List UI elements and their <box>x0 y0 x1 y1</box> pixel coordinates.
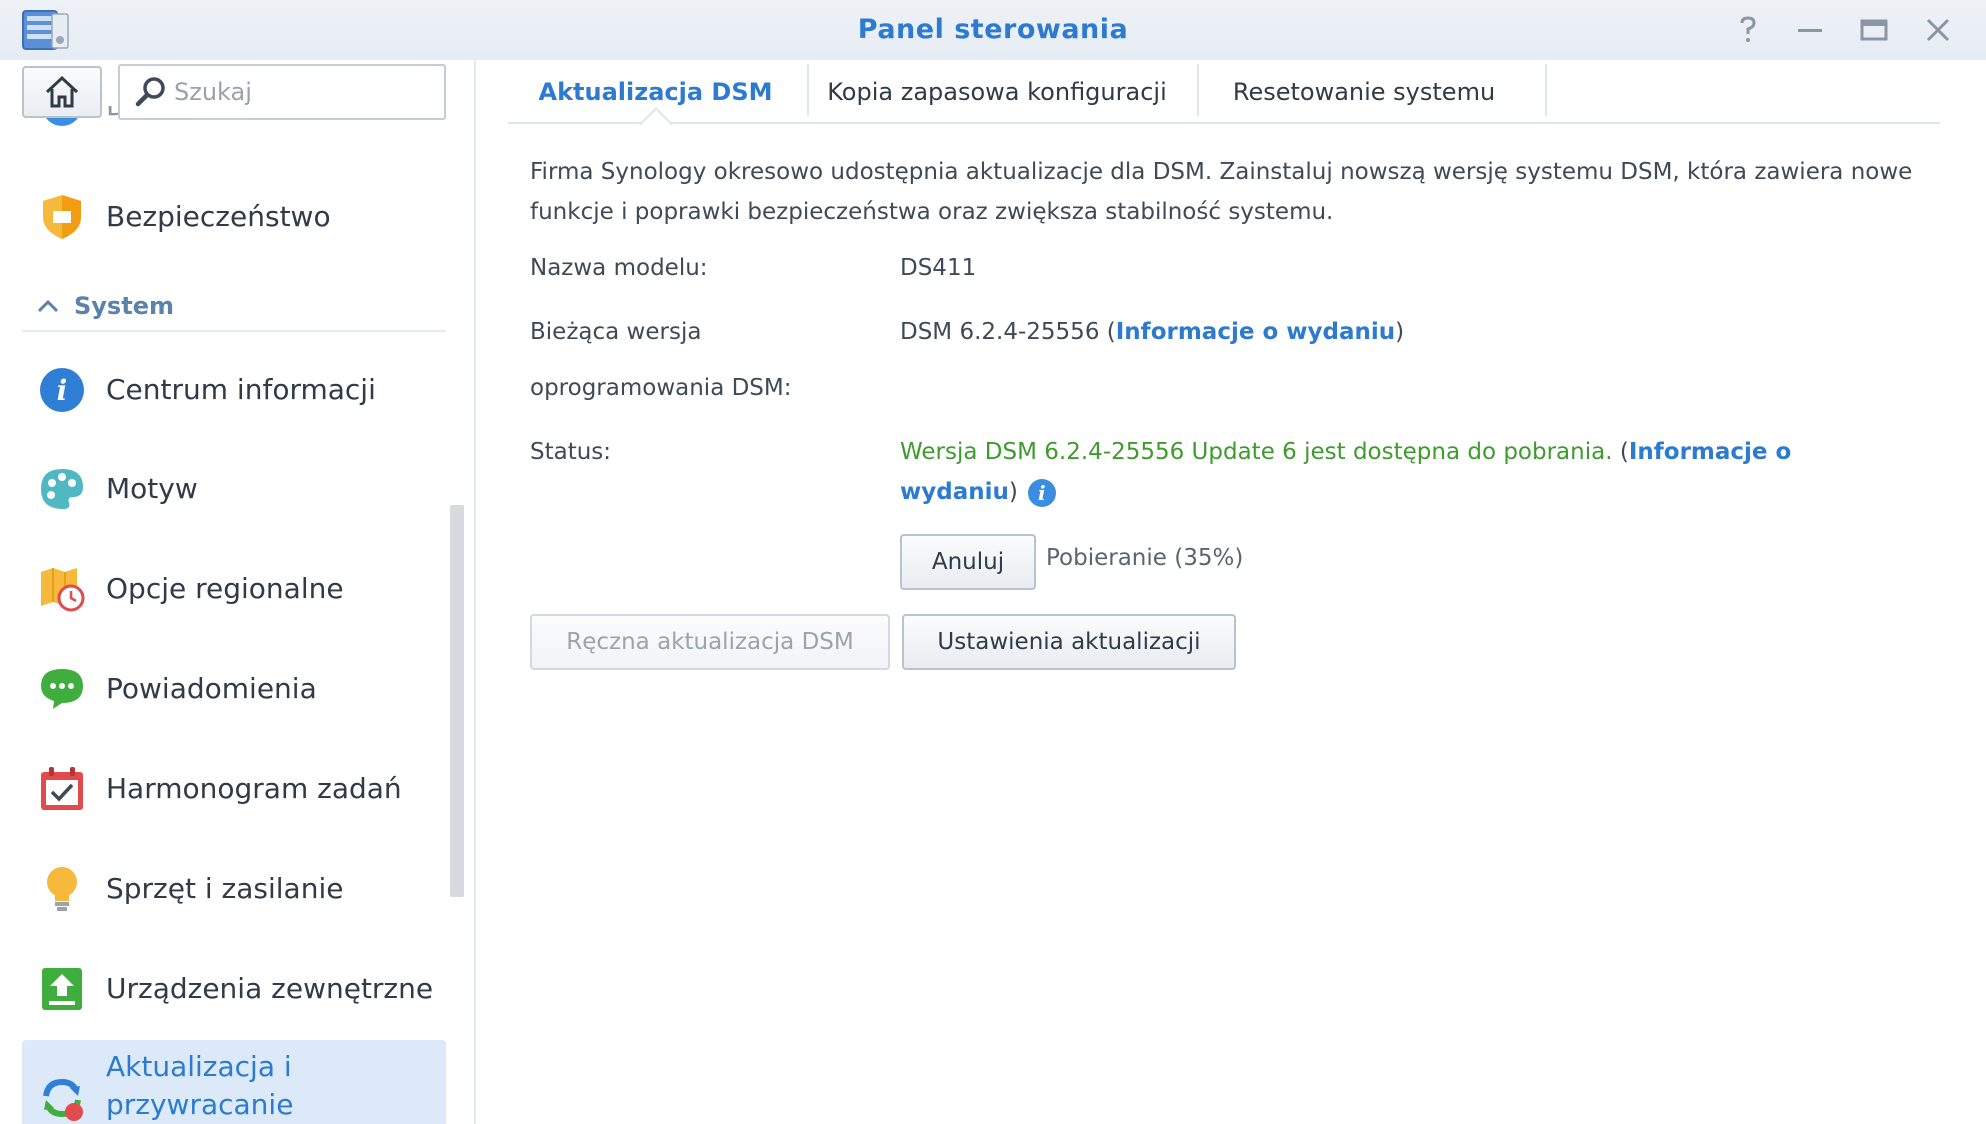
status-release-notes-link-part1[interactable]: Informacje o <box>1629 439 1792 465</box>
sidebar-item-hardware-power[interactable]: Sprzęt i zasilanie <box>22 843 446 935</box>
sidebar-item-label: Motyw <box>106 472 198 505</box>
sidebar-scrollbar[interactable] <box>450 505 464 897</box>
search-input[interactable] <box>174 78 434 106</box>
refresh-icon <box>36 1072 88 1124</box>
section-title: System <box>74 292 174 320</box>
sidebar-item-task-scheduler[interactable]: Harmonogram zadań <box>22 743 446 835</box>
sidebar-item-label: Sprzęt i zasilanie <box>106 872 344 905</box>
status-value: Wersja DSM 6.2.4-25556 Update 6 jest dos… <box>900 439 1792 507</box>
palette-icon <box>36 463 88 515</box>
update-settings-button[interactable]: Ustawienia aktualizacji <box>902 614 1236 670</box>
chevron-up-icon <box>37 299 59 313</box>
sidebar-item-security[interactable]: Bezpieczeństwo <box>22 171 446 263</box>
status-text: Wersja DSM 6.2.4-25556 Update 6 jest dos… <box>900 439 1613 465</box>
current-version-label-line2: oprogramowania DSM: <box>530 375 792 401</box>
sidebar-item-label: Powiadomienia <box>106 672 317 705</box>
close-icon[interactable] <box>1922 14 1954 46</box>
tab-system-reset[interactable]: Resetowanie systemu <box>1199 60 1529 124</box>
search-field[interactable] <box>118 64 446 120</box>
release-notes-link[interactable]: Informacje o wydaniu <box>1116 319 1395 345</box>
status-release-notes-link-part2[interactable]: wydaniu <box>900 479 1009 505</box>
model-name-value: DS411 <box>900 255 977 281</box>
home-icon <box>45 75 79 108</box>
title-bar: Panel sterowania <box>0 0 1986 60</box>
cancel-button[interactable]: Anuluj <box>900 534 1036 590</box>
tab-bar: Aktualizacja DSM Kopia zapasowa konfigur… <box>508 60 1940 141</box>
maximize-icon[interactable] <box>1858 14 1890 46</box>
sidebar-item-label: Aktualizacja i przywracanie <box>106 1050 294 1121</box>
sidebar-item-label: Harmonogram zadań <box>106 772 402 805</box>
lightbulb-icon <box>36 863 88 915</box>
sidebar-item-label: Centrum informacji <box>106 373 376 406</box>
update-description: Firma Synology okresowo udostępnia aktua… <box>530 159 1913 225</box>
sidebar-item-external-devices[interactable]: Urządzenia zewnętrzne <box>22 943 446 1035</box>
sidebar-item-label: Opcje regionalne <box>106 572 344 605</box>
window-title: Panel sterowania <box>857 14 1129 45</box>
chat-bubble-icon <box>36 663 88 715</box>
shield-icon <box>36 191 88 243</box>
status-label: Status: <box>530 439 612 465</box>
manual-update-button[interactable]: Ręczna aktualizacja DSM <box>530 614 890 670</box>
upload-icon <box>36 963 88 1015</box>
current-version-value: DSM 6.2.4-25556 <box>900 319 1100 345</box>
help-icon[interactable] <box>1732 14 1764 46</box>
info-icon[interactable]: i <box>1027 478 1056 507</box>
sidebar-item-theme[interactable]: Motyw <box>22 443 446 535</box>
search-icon <box>135 77 165 107</box>
sidebar-item-regional-options[interactable]: Opcje regionalne <box>22 543 446 635</box>
info-icon: i <box>36 364 88 416</box>
sidebar-item-info-center[interactable]: i Centrum informacji <box>22 344 446 436</box>
model-name-label: Nazwa modelu: <box>530 255 708 281</box>
sidebar: DHCP Server Bezpieczeństwo System <box>0 60 476 1124</box>
tab-config-backup[interactable]: Kopia zapasowa konfiguracji <box>809 60 1185 124</box>
calendar-icon <box>36 763 88 815</box>
sidebar-item-notifications[interactable]: Powiadomienia <box>22 643 446 735</box>
tab-separator <box>1545 64 1547 116</box>
svg-text:i: i <box>57 374 68 407</box>
current-version-value-row: DSM 6.2.4-25556 (Informacje o wydaniu) <box>900 319 1405 345</box>
sidebar-item-label: Urządzenia zewnętrzne <box>106 972 434 1005</box>
section-header-system[interactable]: System <box>22 282 446 332</box>
home-button[interactable] <box>22 66 102 118</box>
main-content: Aktualizacja DSM Kopia zapasowa konfigur… <box>478 60 1986 1124</box>
sidebar-item-label: Bezpieczeństwo <box>106 200 331 233</box>
current-version-label-line1: Bieżąca wersja <box>530 319 702 345</box>
map-clock-icon <box>36 563 88 615</box>
minimize-icon[interactable] <box>1794 14 1826 46</box>
download-progress-text: Pobieranie (35%) <box>1046 545 1244 571</box>
sidebar-item-update-restore[interactable]: Aktualizacja i przywracanie <box>22 1040 446 1124</box>
